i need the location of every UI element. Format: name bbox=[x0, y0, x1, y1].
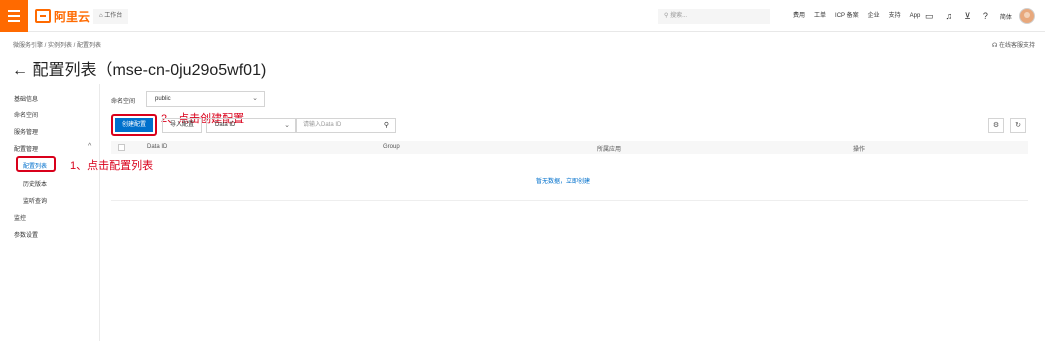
column-header-data-id: Data ID bbox=[147, 144, 168, 150]
annotation-step1: 1、点击配置列表 bbox=[70, 160, 154, 172]
aliyun-logo[interactable]: 阿里云 bbox=[35, 8, 90, 24]
sidebar-item-listener-query[interactable]: 监听查询 bbox=[23, 196, 47, 205]
page-title: ← 配置列表（mse-cn-0ju29o5wf01) bbox=[12, 62, 267, 79]
nav-link-icp[interactable]: ICP 备案 bbox=[835, 9, 859, 24]
bell-icon[interactable]: ♫ bbox=[946, 11, 953, 21]
nav-link-support[interactable]: 支持 bbox=[889, 9, 901, 24]
create-config-button[interactable]: 创建配置 bbox=[111, 114, 157, 136]
sidebar-item-config-management[interactable]: 配置管理 bbox=[14, 144, 38, 153]
top-nav-icons: ▭ ♫ ⊻ ? 简体 bbox=[925, 8, 1012, 24]
global-search-placeholder: 搜索... bbox=[670, 13, 688, 19]
import-config-button[interactable]: 导入配置 bbox=[162, 118, 202, 133]
help-icon[interactable]: ? bbox=[983, 11, 988, 21]
filter-field-select[interactable]: Data ID ⌄ bbox=[206, 118, 296, 133]
logo-mark-icon bbox=[35, 9, 51, 23]
top-nav-links: 费用 工单 ICP 备案 企业 支持 App bbox=[793, 9, 920, 24]
table-header bbox=[111, 141, 1028, 154]
online-support-label: 在线客服支持 bbox=[998, 43, 1035, 49]
sidebar-item-service-management[interactable]: 服务管理 bbox=[14, 127, 38, 136]
headset-icon: ☊ bbox=[991, 43, 999, 49]
global-search-input[interactable]: ⚲ 搜索... bbox=[658, 9, 770, 24]
sidebar-item-namespace[interactable]: 命名空间 bbox=[14, 110, 38, 119]
settings-icon[interactable]: ⚙ bbox=[988, 118, 1004, 133]
nav-link-enterprise[interactable]: 企业 bbox=[868, 9, 880, 24]
brand-name: 阿里云 bbox=[54, 9, 91, 24]
workbench-label: 工作台 bbox=[104, 13, 123, 19]
refresh-icon[interactable]: ↻ bbox=[1010, 118, 1026, 133]
sidebar-item-monitor[interactable]: 监控 bbox=[14, 213, 26, 222]
namespace-label: 命名空间 bbox=[111, 99, 136, 105]
workbench-button[interactable]: ⌂ 工作台 bbox=[93, 9, 129, 24]
chevron-down-icon: ⌄ bbox=[252, 95, 258, 102]
column-header-group: Group bbox=[383, 144, 400, 150]
nav-link-tickets[interactable]: 工单 bbox=[814, 9, 826, 24]
menu-icon[interactable] bbox=[0, 0, 28, 32]
screen-icon[interactable]: ▭ bbox=[925, 11, 934, 22]
sidebar-item-history[interactable]: 历史版本 bbox=[23, 179, 47, 188]
empty-state-create-link[interactable]: 暂无数据，立即创建 bbox=[536, 176, 590, 185]
create-config-label: 创建配置 bbox=[115, 118, 153, 132]
sidebar-item-config-list[interactable]: 配置列表 bbox=[23, 161, 47, 170]
cart-icon[interactable]: ⊻ bbox=[964, 11, 971, 22]
namespace-select[interactable]: public ⌄ bbox=[146, 91, 265, 107]
language-switch[interactable]: 简体 bbox=[1000, 12, 1012, 21]
avatar[interactable] bbox=[1019, 8, 1035, 24]
nav-link-app[interactable]: App bbox=[910, 9, 921, 24]
sidebar-item-basic-info[interactable]: 基础信息 bbox=[14, 94, 38, 103]
sidebar-item-parameters[interactable]: 参数设置 bbox=[14, 230, 38, 239]
breadcrumb[interactable]: 微服务引擎 / 实例列表 / 配置列表 bbox=[13, 40, 101, 49]
column-header-actions: 操作 bbox=[853, 147, 866, 153]
top-navigation-bar: 阿里云 ⌂ 工作台 ⚲ 搜索... 费用 工单 ICP 备案 企业 支持 App… bbox=[0, 0, 1045, 32]
namespace-value: public bbox=[155, 96, 171, 102]
table-bottom-divider bbox=[111, 200, 1028, 201]
filter-field-value: Data ID bbox=[215, 122, 236, 128]
data-id-placeholder: 请输入Data ID bbox=[303, 122, 342, 128]
chevron-down-icon: ⌄ bbox=[284, 122, 290, 129]
nav-link-fees[interactable]: 费用 bbox=[793, 9, 805, 24]
select-all-checkbox[interactable] bbox=[118, 144, 125, 151]
online-support-link[interactable]: ☊ 在线客服支持 bbox=[992, 40, 1035, 49]
search-icon[interactable]: ⚲ bbox=[384, 119, 389, 132]
chevron-up-icon[interactable]: ^ bbox=[88, 143, 91, 150]
data-id-search-input[interactable]: 请输入Data ID ⚲ bbox=[296, 118, 396, 133]
column-header-app: 所属应用 bbox=[597, 147, 622, 153]
